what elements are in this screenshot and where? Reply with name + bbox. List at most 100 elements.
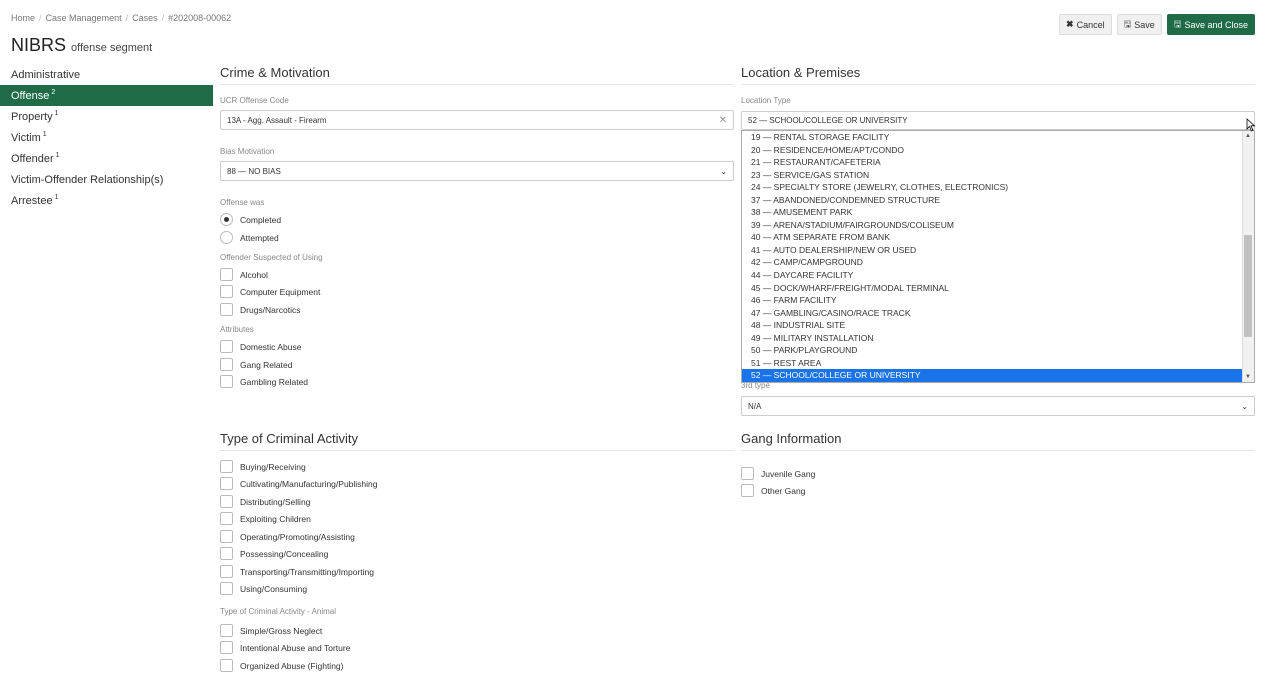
dropdown-option[interactable]: 19 — RENTAL STORAGE FACILITY	[742, 131, 1254, 144]
checkbox[interactable]	[220, 530, 233, 543]
nav-item-property[interactable]: Property 1	[0, 106, 213, 127]
checkbox[interactable]	[220, 285, 233, 298]
attribute-gang-related-checkbox[interactable]: Gang Related	[220, 358, 292, 371]
offense-completed-radio[interactable]: Completed	[220, 213, 281, 226]
dropdown-scrollbar[interactable]: ▲ ▼	[1242, 131, 1254, 382]
dropdown-option[interactable]: 21 — RESTAURANT/CAFETERIA	[742, 156, 1254, 169]
cancel-button[interactable]: ✖ Cancel	[1059, 14, 1112, 35]
scroll-up-icon[interactable]: ▲	[1245, 133, 1251, 139]
gang-other-checkbox[interactable]: Other Gang	[741, 484, 805, 497]
breadcrumb-cases[interactable]: Cases	[132, 13, 158, 23]
suspected-drugs-checkbox[interactable]: Drugs/Narcotics	[220, 303, 300, 316]
mouse-cursor-icon	[1246, 118, 1256, 132]
activity-checkbox-row[interactable]: Operating/Promoting/Assisting	[220, 530, 355, 543]
checkbox[interactable]	[741, 484, 754, 497]
location-type-dropdown-list[interactable]: 19 — RENTAL STORAGE FACILITY 20 — RESIDE…	[741, 130, 1255, 383]
animal-activity-checkbox-row[interactable]: Organized Abuse (Fighting)	[220, 659, 343, 672]
dropdown-option[interactable]: 37 — ABANDONED/CONDEMNED STRUCTURE	[742, 194, 1254, 207]
nav-item-count: 1	[55, 152, 60, 159]
checkbox[interactable]	[220, 624, 233, 637]
activity-checkbox-row[interactable]: Transporting/Transmitting/Importing	[220, 565, 374, 578]
dropdown-option[interactable]: 48 — INDUSTRIAL SITE	[742, 319, 1254, 332]
radio-selected[interactable]	[220, 213, 233, 226]
attribute-domestic-abuse-checkbox[interactable]: Domestic Abuse	[220, 340, 301, 353]
scroll-down-icon[interactable]: ▼	[1245, 374, 1251, 380]
page-title-main: NIBRS	[11, 35, 67, 55]
offender-suspected-label: Offender Suspected of Using	[220, 253, 323, 262]
checkbox-label: Intentional Abuse and Torture	[240, 642, 351, 653]
activity-checkbox-row[interactable]: Possessing/Concealing	[220, 547, 328, 560]
checkbox[interactable]	[741, 467, 754, 480]
scrollbar-thumb[interactable]	[1244, 235, 1252, 337]
gang-juvenile-checkbox[interactable]: Juvenile Gang	[741, 467, 815, 480]
dropdown-option[interactable]: 20 — RESIDENCE/HOME/APT/CONDO	[742, 144, 1254, 157]
dropdown-option[interactable]: 40 — ATM SEPARATE FROM BANK	[742, 231, 1254, 244]
page-title-sub: offense segment	[71, 42, 153, 54]
animal-activity-checkbox-row[interactable]: Simple/Gross Neglect	[220, 624, 322, 637]
attribute-gambling-related-checkbox[interactable]: Gambling Related	[220, 375, 308, 388]
checkbox[interactable]	[220, 340, 233, 353]
dropdown-option[interactable]: 38 — AMUSEMENT PARK	[742, 206, 1254, 219]
checkbox[interactable]	[220, 268, 233, 281]
offense-attempted-radio[interactable]: Attempted	[220, 231, 279, 244]
checkbox-label: Exploiting Children	[240, 513, 311, 524]
ucr-offense-code-field[interactable]: 13A - Agg. Assault - Firearm ✕	[220, 110, 734, 130]
clear-icon[interactable]: ✕	[719, 115, 727, 126]
dropdown-option[interactable]: 47 — GAMBLING/CASINO/RACE TRACK	[742, 307, 1254, 320]
checkbox[interactable]	[220, 460, 233, 473]
nav-item-offender[interactable]: Offender 1	[0, 148, 213, 169]
checkbox[interactable]	[220, 303, 233, 316]
checkbox-label: Distributing/Selling	[240, 496, 311, 507]
breadcrumb-home[interactable]: Home	[11, 13, 35, 23]
third-type-select[interactable]: N/A ⌄	[741, 396, 1255, 416]
dropdown-option[interactable]: 50 — PARK/PLAYGROUND	[742, 344, 1254, 357]
nav-item-label: Arrestee	[11, 194, 53, 207]
breadcrumb-case-management[interactable]: Case Management	[46, 13, 122, 23]
dropdown-option-selected[interactable]: 52 — SCHOOL/COLLEGE OR UNIVERSITY	[742, 369, 1254, 382]
radio-unselected[interactable]	[220, 231, 233, 244]
checkbox[interactable]	[220, 375, 233, 388]
nav-item-administrative[interactable]: Administrative	[0, 64, 213, 85]
dropdown-option[interactable]: 41 — AUTO DEALERSHIP/NEW OR USED	[742, 244, 1254, 257]
checkbox[interactable]	[220, 565, 233, 578]
nav-item-victim-offender-relationships[interactable]: Victim-Offender Relationship(s)	[0, 169, 213, 190]
checkbox[interactable]	[220, 358, 233, 371]
animal-activity-checkbox-row[interactable]: Intentional Abuse and Torture	[220, 641, 350, 654]
bias-motivation-select[interactable]: 88 — NO BIAS ⌄	[220, 161, 734, 181]
save-and-close-button[interactable]: 🖫 Save and Close	[1166, 14, 1255, 35]
dropdown-option[interactable]: 39 — ARENA/STADIUM/FAIRGROUNDS/COLISEUM	[742, 219, 1254, 232]
checkbox-label: Domestic Abuse	[240, 341, 302, 352]
breadcrumb: Home / Case Management / Cases / #202008-00…	[11, 13, 231, 23]
checkbox-label: Juvenile Gang	[761, 468, 816, 479]
checkbox[interactable]	[220, 495, 233, 508]
suspected-computer-checkbox[interactable]: Computer Equipment	[220, 285, 320, 298]
activity-checkbox-row[interactable]: Exploiting Children	[220, 512, 311, 525]
floppy-disk-icon: 🖫	[1173, 18, 1182, 29]
dropdown-option[interactable]: 45 — DOCK/WHARF/FREIGHT/MODAL TERMINAL	[742, 282, 1254, 295]
nav-item-offense[interactable]: Offense 2	[0, 85, 213, 106]
dropdown-option[interactable]: 42 — CAMP/CAMPGROUND	[742, 256, 1254, 269]
nav-item-arrestee[interactable]: Arrestee 1	[0, 190, 213, 211]
breadcrumb-case-number: #202008-00062	[168, 13, 232, 23]
nav-item-victim[interactable]: Victim 1	[0, 127, 213, 148]
dropdown-option[interactable]: 24 — SPECIALTY STORE (JEWELRY, CLOTHES, …	[742, 181, 1254, 194]
activity-checkbox-row[interactable]: Cultivating/Manufacturing/Publishing	[220, 477, 378, 490]
dropdown-option[interactable]: 23 — SERVICE/GAS STATION	[742, 169, 1254, 182]
checkbox[interactable]	[220, 547, 233, 560]
suspected-alcohol-checkbox[interactable]: Alcohol	[220, 268, 268, 281]
checkbox[interactable]	[220, 512, 233, 525]
checkbox[interactable]	[220, 641, 233, 654]
dropdown-option[interactable]: 44 — DAYCARE FACILITY	[742, 269, 1254, 282]
activity-checkbox-row[interactable]: Using/Consuming	[220, 582, 307, 595]
checkbox[interactable]	[220, 582, 233, 595]
dropdown-option[interactable]: 49 — MILITARY INSTALLATION	[742, 332, 1254, 345]
checkbox[interactable]	[220, 477, 233, 490]
dropdown-option[interactable]: 51 — REST AREA	[742, 357, 1254, 370]
activity-checkbox-row[interactable]: Buying/Receiving	[220, 460, 306, 473]
location-type-select[interactable]: 52 — SCHOOL/COLLEGE OR UNIVERSITY	[741, 111, 1255, 130]
save-button[interactable]: 🖫 Save	[1116, 14, 1162, 35]
checkbox[interactable]	[220, 659, 233, 672]
checkbox-label: Simple/Gross Neglect	[240, 625, 323, 636]
activity-checkbox-row[interactable]: Distributing/Selling	[220, 495, 310, 508]
dropdown-option[interactable]: 46 — FARM FACILITY	[742, 294, 1254, 307]
